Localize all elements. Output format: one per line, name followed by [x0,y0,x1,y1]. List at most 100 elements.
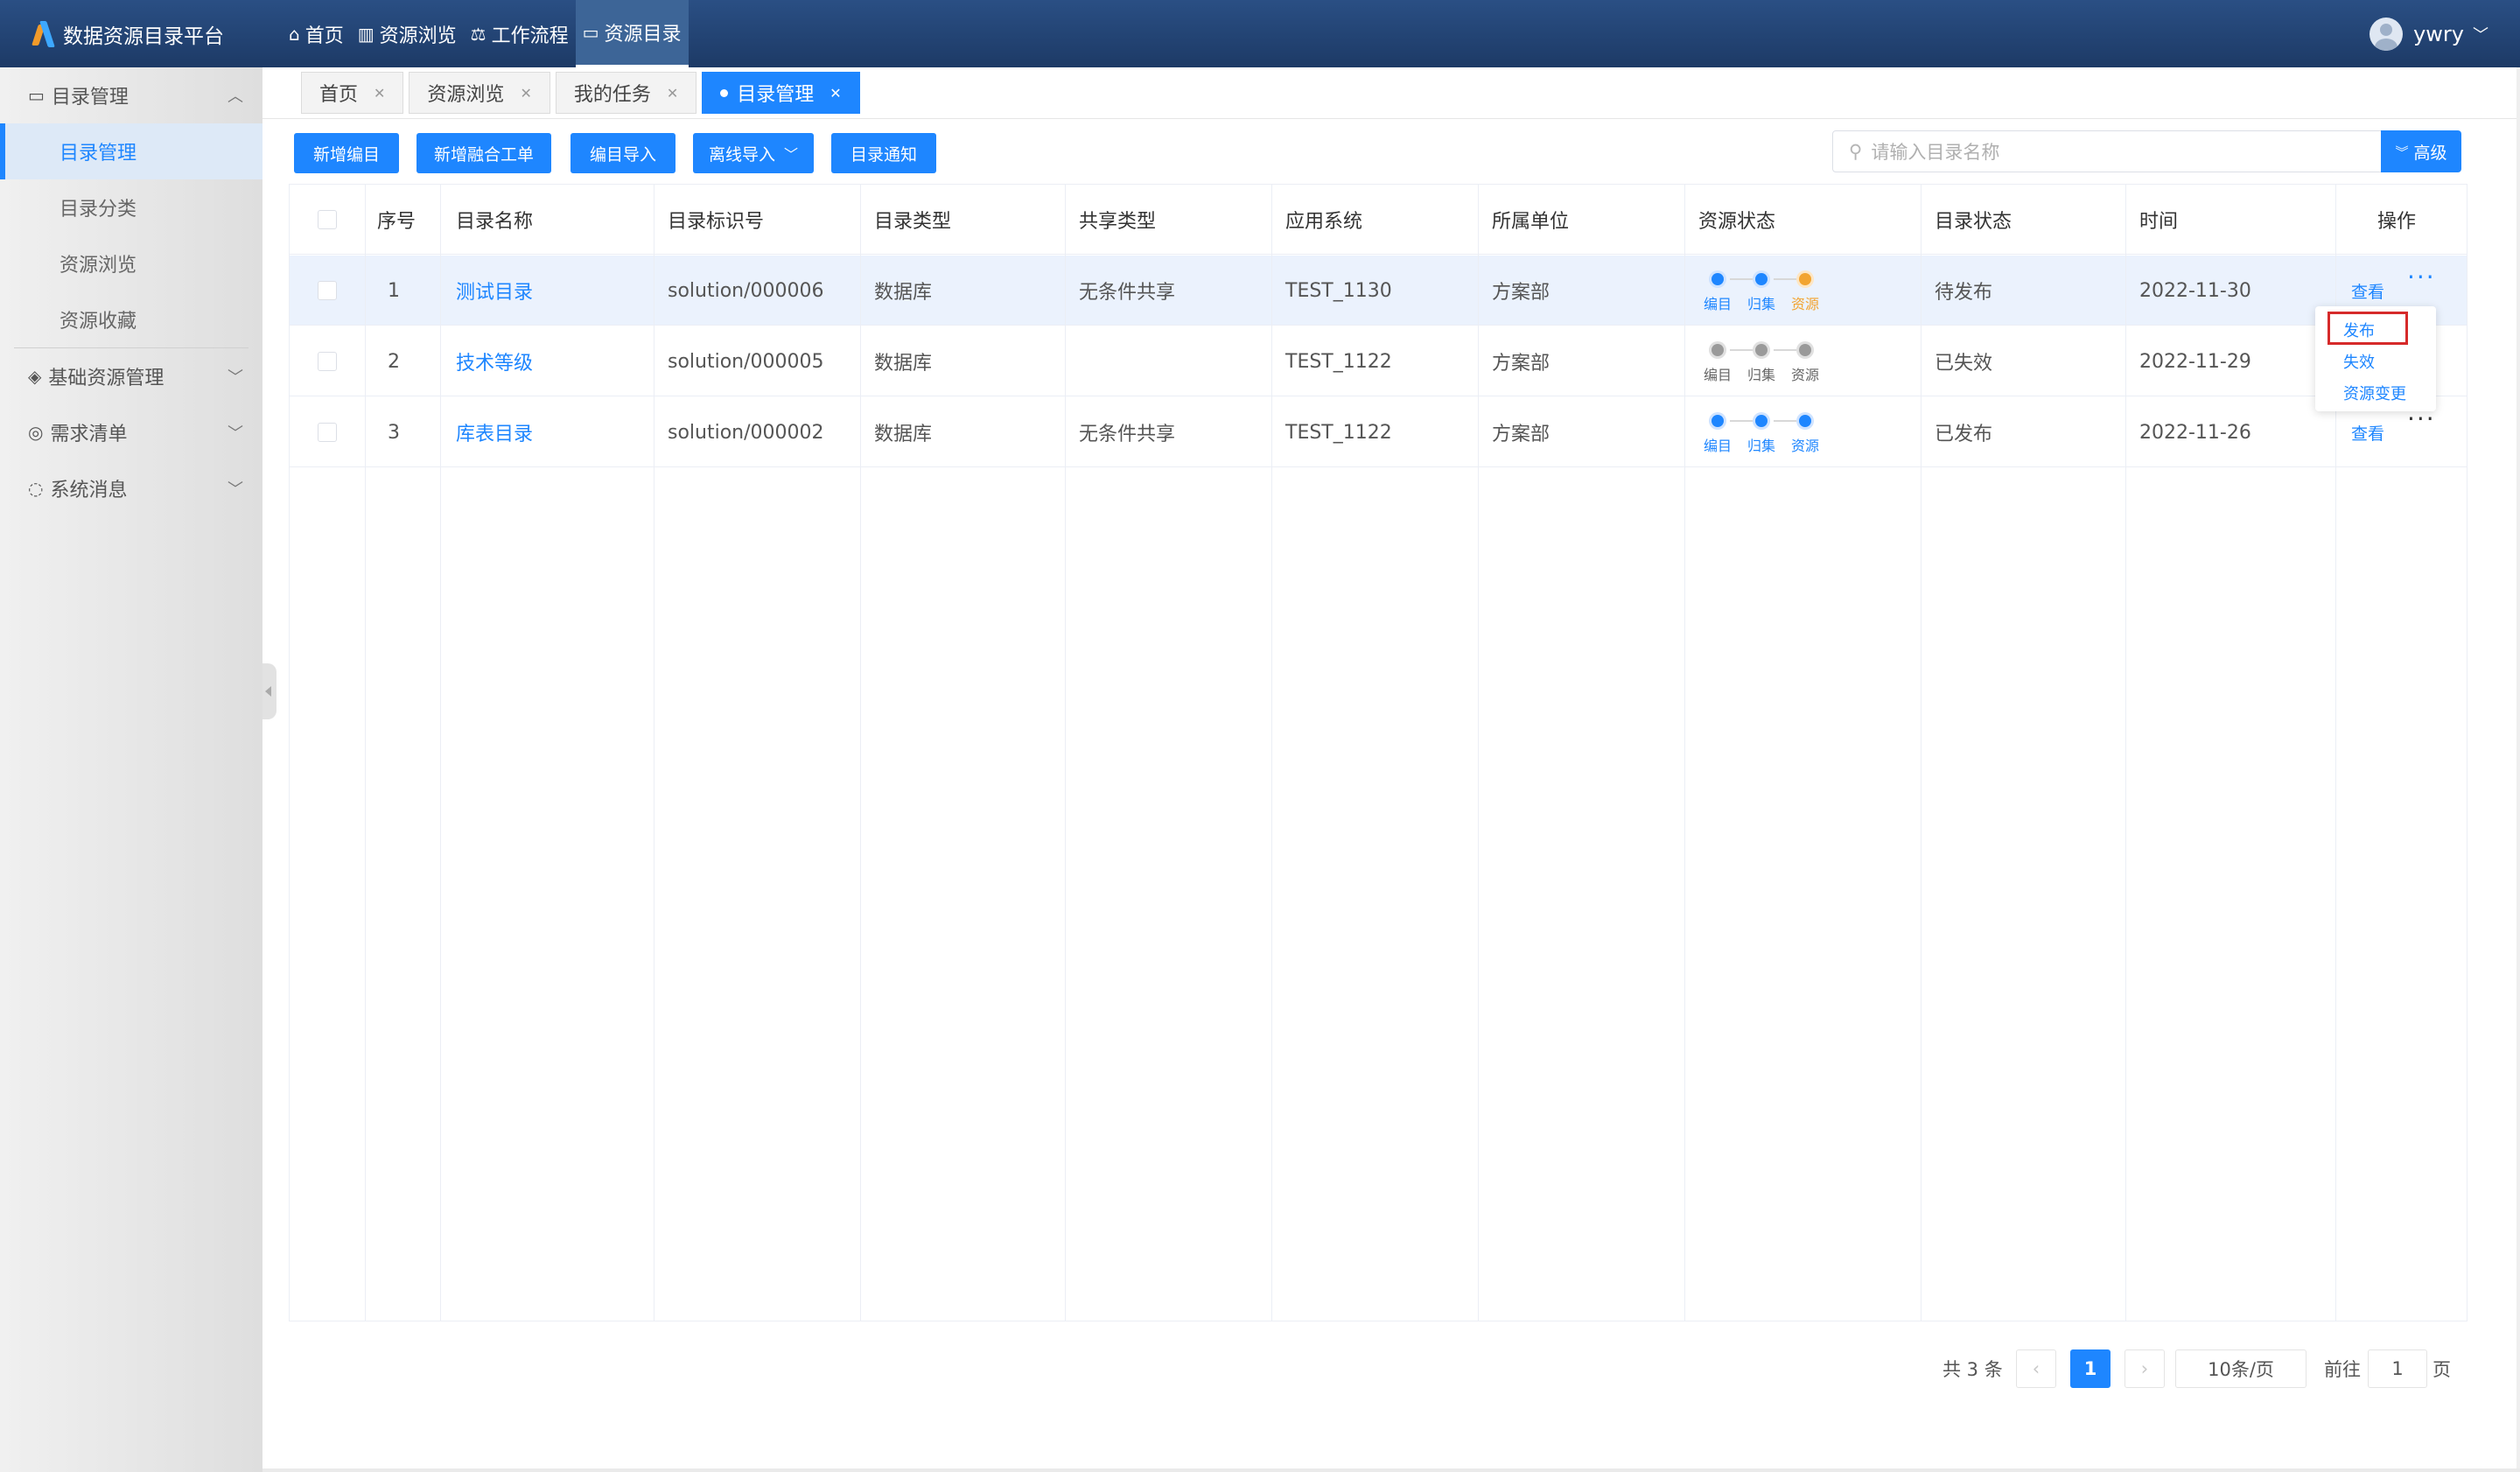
workflow-icon: ⚖ [470,23,486,45]
sidebar-group-base-resource[interactable]: ◈ 基础资源管理 ﹀ [0,348,262,404]
catalog-name-link[interactable]: 测试目录 [456,256,533,326]
catalog-type: 数据库 [874,424,933,445]
step-label: 编目 [1703,438,1732,454]
tab-home[interactable]: 首页 ✕ [301,72,404,114]
menu-item-invalidate[interactable]: 失效 [2343,350,2375,373]
prev-page-button[interactable]: ‹ [2016,1349,2056,1388]
step-catalog: 编目 [1700,340,1735,384]
step-label: 资源 [1790,296,1819,312]
close-icon[interactable]: ✕ [520,85,531,102]
close-icon[interactable]: ✕ [374,85,385,102]
header-share-type: 共享类型 [1079,211,1157,233]
header-unit: 所属单位 [1492,211,1570,233]
column-divider [860,185,861,1321]
sidebar-group-system-message[interactable]: ◌ 系统消息 ﹀ [0,460,262,516]
folder-icon: ▭ [28,85,45,106]
more-actions-icon[interactable]: ··· [2407,407,2436,431]
catalog-status: 待发布 [1935,282,1993,304]
catalog-status: 已失效 [1935,353,1993,375]
column-divider [1921,185,1922,1321]
catalog-name-link[interactable]: 技术等级 [456,326,533,396]
new-fusion-order-button[interactable]: 新增融合工单 [416,133,551,173]
menu-item-publish[interactable]: 发布 [2343,319,2375,341]
step-label: 归集 [1746,438,1775,454]
step-label: 归集 [1746,296,1775,312]
close-icon[interactable]: ✕ [830,85,841,102]
divider [262,118,2520,119]
more-actions-icon[interactable]: ··· [2407,265,2436,290]
app-system: TEST_1122 [1285,421,1392,444]
sidebar-item-catalog-category[interactable]: 目录分类 [0,179,262,235]
row-checkbox[interactable] [318,256,337,326]
tab-label: 目录管理 [737,84,815,106]
time: 2022-11-30 [2139,279,2251,302]
catalog-type: 数据库 [874,282,933,304]
unit: 方案部 [1492,282,1550,304]
catalog-id: solution/000005 [668,350,824,373]
catalog-notify-button[interactable]: 目录通知 [831,133,936,173]
sidebar-group-label: 需求清单 [50,424,128,445]
column-divider [1065,185,1066,1321]
topnav-home[interactable]: ⌂ 首页 [282,0,351,67]
page-number-current[interactable]: 1 [2070,1349,2110,1388]
tab-catalog-manage[interactable]: 目录管理 ✕ [702,72,860,114]
app-logo[interactable]: 数据资源目录平台 [32,18,224,51]
goto-page-input[interactable]: 1 [2368,1349,2427,1388]
user-name: ywry [2413,22,2464,46]
new-catalog-button[interactable]: 新增编目 [294,133,399,173]
topnav-resource-browse[interactable]: ▥ 资源浏览 [351,0,464,67]
page-size-select[interactable]: 10条/页 [2175,1349,2306,1388]
sidebar-group-demand-list[interactable]: ◎ 需求清单 ﹀ [0,404,262,460]
top-nav: ⌂ 首页 ▥ 资源浏览 ⚖ 工作流程 ▭ 资源目录 [282,0,689,67]
top-bar: 数据资源目录平台 ⌂ 首页 ▥ 资源浏览 ⚖ 工作流程 ▭ 资源目录 ywry ﹀ [0,0,2520,67]
catalog-name-link[interactable]: 库表目录 [456,397,533,467]
search-placeholder: 请输入目录名称 [1871,142,2000,163]
tab-my-tasks[interactable]: 我的任务 ✕ [555,72,697,114]
table-row: 2 技术等级 solution/000005 数据库 TEST_1122 方案部… [290,326,2467,396]
header-resource-status: 资源状态 [1698,211,1776,233]
unit: 方案部 [1492,424,1550,445]
column-divider [1271,185,1272,1321]
sidebar-group-catalog[interactable]: ▭ 目录管理 ︿ [0,67,262,123]
user-menu[interactable]: ywry ﹀ [2370,18,2488,51]
column-divider [1684,185,1685,1321]
catalog-import-button[interactable]: 编目导入 [570,133,676,173]
topnav-resource-catalog[interactable]: ▭ 资源目录 [575,0,689,67]
topnav-workflow[interactable]: ⚖ 工作流程 [464,0,576,67]
column-divider [365,185,366,1321]
catalog-table: 序号 目录名称 目录标识号 目录类型 共享类型 应用系统 所属单位 资源状态 目… [289,184,2468,1321]
search-icon: ⚲ [1849,141,1863,162]
sidebar-collapse-handle[interactable] [262,663,276,719]
tab-resource-browse[interactable]: 资源浏览 ✕ [409,72,550,114]
step-label: 编目 [1703,296,1732,312]
step-resource: 资源 [1788,411,1823,455]
header-type: 目录类型 [874,211,952,233]
catalog-type: 数据库 [874,353,933,375]
catalog-status: 已发布 [1935,424,1993,445]
sidebar: ▭ 目录管理 ︿ 目录管理 目录分类 资源浏览 资源收藏 ◈ 基础资源管理 ﹀ … [0,67,262,1472]
logo-icon [32,19,58,49]
sidebar-item-catalog-manage[interactable]: 目录管理 [0,123,262,179]
share-type: 无条件共享 [1079,282,1176,304]
close-icon[interactable]: ✕ [667,85,678,102]
row-checkbox[interactable] [318,326,337,396]
app-title: 数据资源目录平台 [63,25,224,48]
sidebar-item-resource-favorites[interactable]: 资源收藏 [0,291,262,347]
scrollbar-track[interactable] [2516,67,2520,1472]
next-page-button[interactable]: › [2124,1349,2165,1388]
avatar [2370,18,2404,51]
select-all-checkbox[interactable] [318,185,337,255]
row-index: 1 [388,279,400,302]
menu-item-resource-change[interactable]: 资源变更 [2343,382,2406,404]
advanced-search-button[interactable]: ︾ 高级 [2381,130,2461,172]
step-label: 资源 [1790,438,1819,454]
header-system: 应用系统 [1285,211,1363,233]
search-input[interactable]: ⚲ 请输入目录名称 [1832,130,2382,172]
sidebar-item-resource-browse[interactable]: 资源浏览 [0,235,262,291]
goto-label: 前往 [2324,1359,2361,1380]
row-checkbox[interactable] [318,397,337,467]
app-system: TEST_1122 [1285,350,1392,373]
offline-import-button[interactable]: 离线导入 ﹀ [693,133,814,173]
row-index: 2 [388,350,400,373]
step-resource: 资源 [1788,270,1823,313]
